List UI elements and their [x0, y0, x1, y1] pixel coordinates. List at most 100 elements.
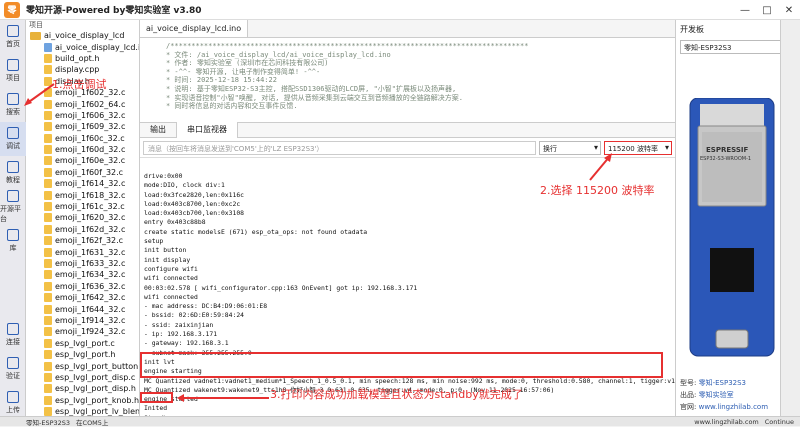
- file-icon: [44, 281, 52, 291]
- verify-button[interactable]: 验证: [0, 352, 26, 386]
- tree-item[interactable]: esp_lvgl_port.c: [26, 338, 139, 349]
- status-board: 零知-ESP32S3: [26, 418, 71, 427]
- tree-item[interactable]: esp_lvgl_port_lv_blend.h: [26, 406, 139, 416]
- connect-button[interactable]: 连接: [0, 318, 26, 352]
- code-view[interactable]: /***************************************…: [140, 38, 675, 122]
- tree-item[interactable]: emoji_1f60d_32.c: [26, 144, 139, 155]
- serial-line: - gateway: 192.168.3.1: [144, 339, 229, 348]
- tree-item[interactable]: emoji_1f60e_32.c: [26, 155, 139, 166]
- tree-item[interactable]: emoji_1f62d_32.c: [26, 224, 139, 235]
- file-icon: [44, 122, 52, 132]
- tree-item[interactable]: emoji_1f636_32.c: [26, 281, 139, 292]
- tree-item[interactable]: display.cpp: [26, 64, 139, 75]
- file-icon: [44, 213, 52, 223]
- tree-item[interactable]: esp_lvgl_port_button.h: [26, 360, 139, 371]
- maker-label: 出品:: [680, 391, 697, 399]
- tree-item[interactable]: emoji_1f924_32.c: [26, 326, 139, 337]
- site-link[interactable]: www.lingzhilab.com: [699, 403, 768, 411]
- app-logo: 零: [4, 1, 20, 18]
- status-continue[interactable]: Continue: [765, 418, 794, 426]
- model-value: 零知-ESP32S3: [698, 379, 747, 387]
- board-select[interactable]: 零知-ESP32S3: [680, 40, 796, 54]
- tree-item[interactable]: emoji_1f914_32.c: [26, 315, 139, 326]
- tree-item[interactable]: esp_lvgl_port.h: [26, 349, 139, 360]
- minimize-button[interactable]: —: [734, 0, 756, 20]
- upload-button[interactable]: 上传: [0, 386, 26, 420]
- serial-line: load:0x403cb700,len:0x3108: [144, 209, 245, 218]
- serial-line: init button: [144, 246, 187, 255]
- tree-item-label: emoji_1f631_32.c: [55, 247, 126, 257]
- code-line: * 说明: 基于零知ESP32-S3主控, 搭配SSD1306驱动的LCD屏, …: [166, 84, 457, 93]
- file-icon: [44, 202, 52, 212]
- file-icon: [44, 384, 52, 394]
- annotation-step1: 1.点击调试: [52, 78, 107, 91]
- close-button[interactable]: ✕: [778, 0, 800, 20]
- tree-item[interactable]: ai_voice_display_lcd.ino: [26, 41, 139, 52]
- file-icon: [44, 372, 52, 382]
- folder-icon: [7, 59, 19, 71]
- arrow-step1: [24, 83, 55, 106]
- serial-line: load:0x403c8700,len:0xc2c: [144, 199, 241, 208]
- editor-tab[interactable]: ai_voice_display_lcd.ino: [140, 20, 249, 37]
- tree-item-label: esp_lvgl_port_button.h: [55, 361, 140, 371]
- tree-item[interactable]: emoji_1f633_32.c: [26, 258, 139, 269]
- status-site[interactable]: www.lingzhilab.com: [694, 418, 758, 426]
- tree-item[interactable]: build_opt.h: [26, 53, 139, 64]
- tree-item[interactable]: emoji_1f60f_32.c: [26, 167, 139, 178]
- file-icon: [44, 42, 52, 52]
- maximize-button[interactable]: □: [756, 0, 778, 20]
- code-line: * 文件: /ai_voice_display_lcd/ai_voice_dis…: [166, 50, 391, 59]
- tree-item[interactable]: emoji_1f61c_32.c: [26, 201, 139, 212]
- arrow-step3: [177, 394, 269, 402]
- tree-item-label: emoji_1f914_32.c: [55, 315, 126, 325]
- check-icon: [7, 357, 19, 369]
- tree-item[interactable]: emoji_1f606_32.c: [26, 110, 139, 121]
- file-icon: [44, 361, 52, 371]
- tree-item[interactable]: emoji_1f618_32.c: [26, 189, 139, 200]
- debug-nav[interactable]: 调试: [0, 122, 26, 156]
- upload-icon: [7, 391, 19, 403]
- library-nav[interactable]: 库: [0, 224, 26, 258]
- tree-item[interactable]: esp_lvgl_port_knob.h: [26, 395, 139, 406]
- tree-item[interactable]: emoji_1f644_32.c: [26, 303, 139, 314]
- tree-item[interactable]: emoji_1f631_32.c: [26, 246, 139, 257]
- tab-serial-monitor[interactable]: 串口监视器: [176, 122, 238, 138]
- tree-item-label: esp_lvgl_port_lv_blend.h: [55, 407, 140, 416]
- file-icon: [44, 133, 52, 143]
- tree-item[interactable]: ai_voice_display_lcd: [26, 30, 139, 41]
- serial-line: Inited: [144, 404, 168, 413]
- tree-item-label: emoji_1f606_32.c: [55, 110, 126, 120]
- tree-item-label: esp_lvgl_port.h: [55, 350, 116, 360]
- maker-value: 零知实验室: [698, 391, 734, 399]
- file-icon: [44, 395, 52, 405]
- tree-item[interactable]: emoji_1f614_32.c: [26, 178, 139, 189]
- tree-item[interactable]: emoji_1f634_32.c: [26, 269, 139, 280]
- window-title: 零知开源-Powered by零知实验室 v3.80: [26, 6, 202, 16]
- tree-item-label: emoji_1f62d_32.c: [55, 224, 126, 234]
- tutorial-nav[interactable]: 教程: [0, 156, 26, 190]
- serial-send-input[interactable]: 消息（按回车将消息发送到'COM5'上的'LZ ESP32S3'）: [143, 140, 536, 155]
- tree-item[interactable]: emoji_1f62f_32.c: [26, 235, 139, 246]
- tree-item-label: ai_voice_display_lcd: [44, 31, 125, 41]
- tree-item[interactable]: emoji_1f642_32.c: [26, 292, 139, 303]
- file-icon: [44, 190, 52, 200]
- home-nav[interactable]: 首页: [0, 20, 26, 54]
- home-icon: [7, 25, 19, 37]
- serial-line: 00:03:02.578 [ wifi_configurator.cpp:163…: [144, 283, 418, 292]
- status-port: 在COM5上: [76, 418, 109, 427]
- tree-item[interactable]: emoji_1f60c_32.c: [26, 133, 139, 144]
- tree-item-label: emoji_1f609_32.c: [55, 122, 126, 132]
- file-icon: [44, 259, 52, 268]
- tree-item-label: emoji_1f60c_32.c: [55, 133, 125, 143]
- opensource-nav[interactable]: 开源平台: [0, 190, 26, 224]
- tree-item[interactable]: esp_lvgl_port_disp.h: [26, 383, 139, 394]
- file-icon: [44, 270, 52, 280]
- tree-item[interactable]: emoji_1f620_32.c: [26, 212, 139, 223]
- tree-item-label: emoji_1f620_32.c: [55, 213, 126, 223]
- tab-output[interactable]: 输出: [140, 122, 176, 138]
- file-icon: [44, 304, 52, 314]
- tree-item[interactable]: emoji_1f609_32.c: [26, 121, 139, 132]
- status-bar: 零知-ESP32S3 在COM5上 www.lingzhilab.com Con…: [0, 416, 800, 427]
- arrow-step2: [589, 153, 612, 181]
- tree-item[interactable]: esp_lvgl_port_disp.c: [26, 372, 139, 383]
